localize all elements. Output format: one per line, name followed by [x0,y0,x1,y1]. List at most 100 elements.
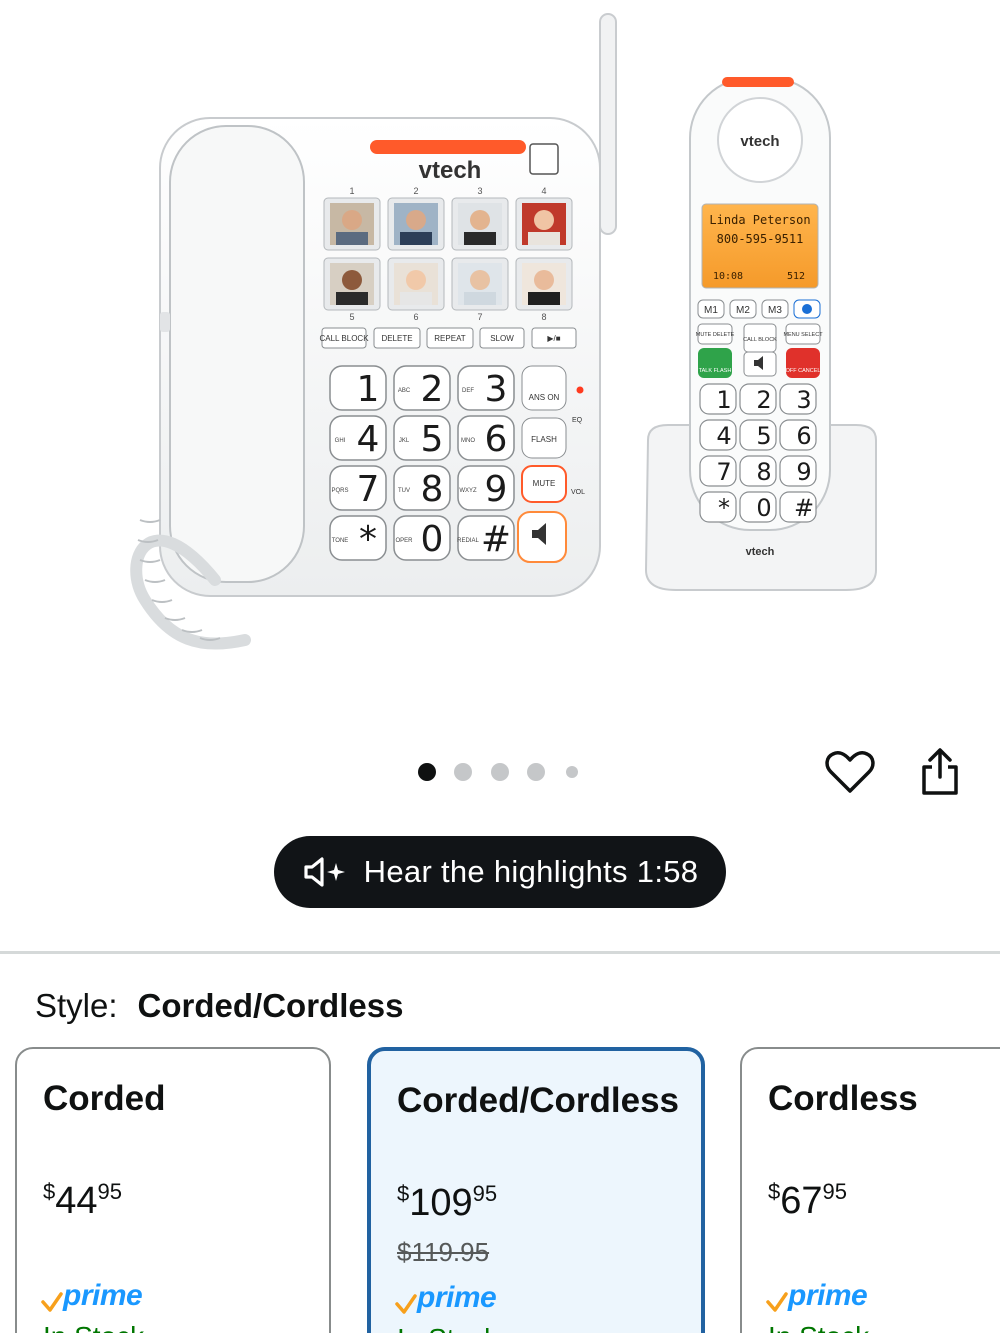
svg-text:CALL BLOCK: CALL BLOCK [743,337,777,343]
base-function-keys: CALL BLOCK DELETE REPEAT SLOW ▶/■ [319,327,577,349]
play-stop-key: ▶/■ [547,334,560,343]
svg-text:M2: M2 [736,305,750,316]
row-number: 5 [349,312,354,322]
row-number: 1 [349,186,354,196]
prime-check-icon [766,1292,788,1312]
handset-key: 4 [699,419,737,451]
base-key-digit: 4 [357,419,380,460]
base-key: #REDIAL [457,515,515,561]
handset-key-digit: 8 [756,458,771,486]
svg-text:M1: M1 [704,305,718,316]
base-key-digit: * [359,519,377,560]
row-number: 6 [413,312,418,322]
handset-key: * [699,491,737,523]
svg-text:TALK FLASH: TALK FLASH [699,368,732,374]
style-label: Style: [35,987,118,1024]
handset-key-digit: 6 [796,422,811,450]
carousel-dot[interactable] [454,763,472,781]
handset-key: 2 [739,383,777,415]
base-key: 9 WXYZ [457,465,515,511]
base-key: 0 OPER [393,515,451,561]
screen-time: 10:08 [713,271,743,282]
base-key: 4 GHI [329,415,387,461]
style-option-cordless[interactable]: Cordless $6795 prime In Stock [740,1047,1000,1333]
base-key-letters: WXYZ [459,488,477,494]
stock-status: In Stock [43,1321,144,1333]
base-logo: vtech [419,157,482,184]
base-key-letters: TONE [332,538,349,544]
repeat-key: REPEAT [434,334,466,343]
style-option-corded-cordless[interactable]: Corded/Cordless $10995 $119.95 prime In … [367,1047,705,1333]
row-number: 3 [477,186,482,196]
handset-key-digit: 7 [716,458,731,486]
heart-icon [825,751,875,793]
style-option-corded[interactable]: Corded $4495 prime In Stock [15,1047,331,1333]
base-key-letters: REDIAL [457,538,479,544]
carousel-dot[interactable] [527,763,545,781]
base-key-letters: OPER [395,538,413,544]
screen-counter: 512 [787,271,805,282]
stock-status: In Stock [768,1321,869,1333]
handset-key-digit: 2 [756,386,771,414]
call-block-key: CALL BLOCK [319,334,369,343]
energy-star-icon [529,143,559,175]
svg-text:MENU SELECT: MENU SELECT [783,332,823,338]
prime-check-icon [395,1294,417,1314]
stock-status: In Stock [397,1323,498,1333]
base-key: 6 MNO [457,415,515,461]
base-key: 2 ABC [393,365,451,411]
base-key-letters: PQRS [331,488,348,494]
base-key-digit: 6 [485,419,508,460]
phone-illustration: vtech 1 2 3 4 5 6 7 8 CALL BLOCK DELETE … [130,13,877,650]
hear-highlights-button[interactable]: Hear the highlights 1:58 [274,836,726,908]
handset-key-digit: 4 [716,422,731,450]
handset-key-digit: 5 [756,422,771,450]
flash-key: FLASH [531,435,557,444]
row-number: 7 [477,312,482,322]
base-key: 7 PQRS [329,465,387,511]
slow-key: SLOW [490,334,514,343]
handset-soft-keys: MUTE DELETE CALL BLOCK MENU SELECT TALK … [696,323,823,378]
base-key-digit: 5 [421,419,444,460]
share-button[interactable] [912,744,968,800]
base-key-digit: 9 [485,469,508,510]
style-option-name: Cordless [768,1079,918,1118]
base-key: 8 TUV [393,465,451,511]
row-number: 2 [413,186,418,196]
base-key: 1 [329,365,387,411]
handset-key-digit: * [718,494,730,522]
antenna [599,13,617,235]
favorite-button[interactable] [822,744,878,800]
base-key: 3 DEF [457,365,515,411]
row-number: 4 [541,186,546,196]
product-image[interactable]: vtech 1 2 3 4 5 6 7 8 CALL BLOCK DELETE … [0,0,1000,720]
prime-badge: prime [395,1281,497,1315]
handset-key: 3 [779,383,817,415]
speaker-sparkle-icon [304,857,345,887]
base-key-digit: 7 [357,469,380,510]
carousel-dot-active[interactable] [418,763,436,781]
handset-key-digit: # [794,494,814,522]
carousel-dot[interactable] [566,766,578,778]
section-divider [0,951,1000,954]
share-icon [922,748,958,795]
vol-label: VOL [571,489,585,496]
base-key-digit: # [481,519,511,560]
prime-badge: prime [766,1279,868,1313]
handset-key: 0 [739,491,777,523]
style-option-name: Corded/Cordless [397,1081,679,1120]
base-key-letters: GHI [335,438,346,444]
carousel-dot[interactable] [491,763,509,781]
base-key-digit: 8 [421,469,444,510]
ans-led [576,386,584,394]
handset-key-digit: 1 [716,386,731,414]
price: $6795 [768,1179,848,1222]
hear-highlights-label: Hear the highlights 1:58 [363,854,699,889]
handset-key: 5 [739,419,777,451]
base-key-letters: TUV [398,488,410,494]
base-key-letters: ABC [398,388,411,394]
style-header: Style: Corded/Cordless [35,987,403,1025]
mute-key: MUTE [533,479,556,488]
ans-on-key: ANS ON [529,393,560,402]
handset-key: 7 [699,455,737,487]
